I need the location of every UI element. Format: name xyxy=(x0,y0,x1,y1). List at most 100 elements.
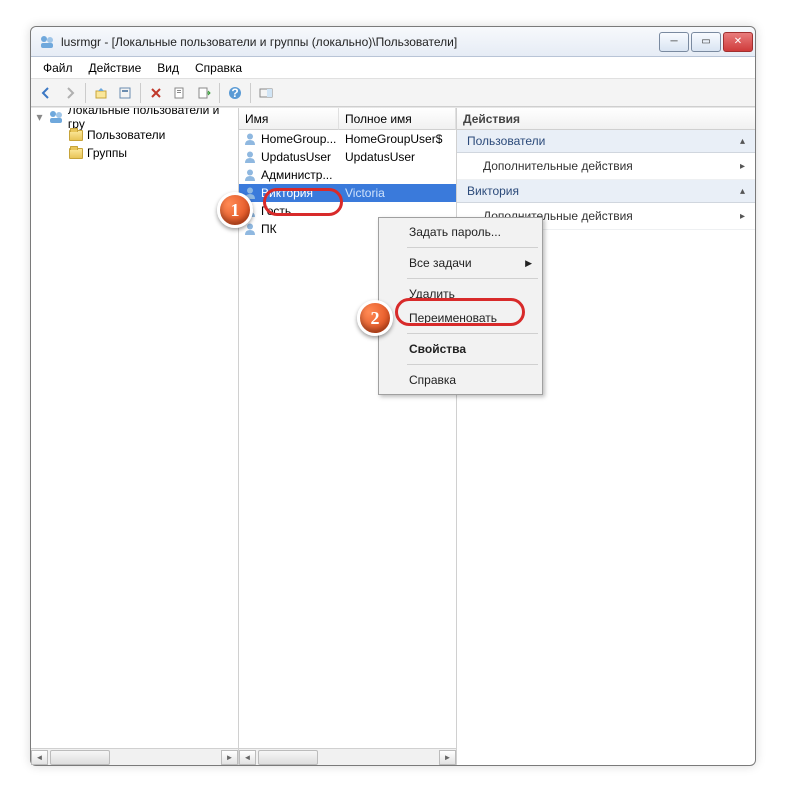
list-full-name: Victoria xyxy=(345,186,456,200)
scrollbar-horizontal[interactable]: ◄ ► xyxy=(31,748,238,765)
menu-help[interactable]: Справка xyxy=(187,59,250,77)
tree-pane: ▾ Локальные пользователи и гру Пользоват… xyxy=(31,108,239,765)
actions-more-users[interactable]: Дополнительные действия ▸ xyxy=(457,153,755,180)
folder-icon xyxy=(69,130,83,141)
list-row[interactable]: UpdatusUser UpdatusUser xyxy=(239,148,456,166)
actions-section-label: Пользователи xyxy=(467,134,545,148)
window-controls: ─ ▭ ✕ xyxy=(657,32,753,52)
annotation-badge-1: 1 xyxy=(217,192,253,228)
actions-section-user[interactable]: Виктория ▴ xyxy=(457,180,755,203)
list-full-name: UpdatusUser xyxy=(345,150,456,164)
app-window: lusrmgr - [Локальные пользователи и груп… xyxy=(30,26,756,766)
ctx-label: Удалить xyxy=(409,287,455,301)
window-title: lusrmgr - [Локальные пользователи и груп… xyxy=(61,35,657,49)
ctx-separator xyxy=(407,333,538,334)
list-pane: Имя Полное имя HomeGroup... HomeGroupUser… xyxy=(239,108,457,765)
actions-section-users[interactable]: Пользователи ▴ xyxy=(457,130,755,153)
help-button[interactable]: ? xyxy=(224,82,246,104)
toolbar: ? xyxy=(31,79,755,107)
list-row[interactable]: HomeGroup... HomeGroupUser$ xyxy=(239,130,456,148)
ctx-separator xyxy=(407,247,538,248)
up-button[interactable] xyxy=(90,82,112,104)
actions-sub-label: Дополнительные действия xyxy=(483,159,633,173)
ctx-set-password[interactable]: Задать пароль... xyxy=(381,220,540,244)
actions-pane: Действия Пользователи ▴ Дополнительные д… xyxy=(457,108,755,765)
app-icon xyxy=(39,34,55,50)
user-icon xyxy=(243,132,257,146)
svg-text:?: ? xyxy=(231,86,238,100)
list-name: HomeGroup... xyxy=(261,132,336,146)
toolbar-separator xyxy=(85,83,86,103)
delete-button[interactable] xyxy=(145,82,167,104)
submenu-arrow-icon: ▸ xyxy=(740,161,745,172)
actions-header: Действия xyxy=(457,108,755,130)
tree-item-label: Группы xyxy=(87,146,127,160)
menubar: Файл Действие Вид Справка xyxy=(31,57,755,79)
minimize-button[interactable]: ─ xyxy=(659,32,689,52)
list-name: Виктория xyxy=(261,186,313,200)
users-groups-icon xyxy=(48,109,64,125)
ctx-properties[interactable]: Свойства xyxy=(381,337,540,361)
list-full-name: HomeGroupUser$ xyxy=(345,132,456,146)
ctx-label: Все задачи xyxy=(409,256,472,270)
content-area: ▾ Локальные пользователи и гру Пользоват… xyxy=(31,107,755,765)
menu-action[interactable]: Действие xyxy=(81,59,150,77)
ctx-separator xyxy=(407,278,538,279)
submenu-arrow-icon: ▸ xyxy=(740,211,745,222)
list-header: Имя Полное имя xyxy=(239,108,456,130)
tree-body[interactable]: ▾ Локальные пользователи и гру Пользоват… xyxy=(31,108,238,748)
list-name: Администр... xyxy=(261,168,332,182)
back-button[interactable] xyxy=(35,82,57,104)
folder-icon xyxy=(69,148,83,159)
ctx-rename[interactable]: Переименовать xyxy=(381,306,540,330)
toolbar-separator xyxy=(250,83,251,103)
ctx-label: Задать пароль... xyxy=(409,225,501,239)
scroll-right-button[interactable]: ► xyxy=(439,750,456,765)
col-full-name[interactable]: Полное имя xyxy=(339,108,456,130)
list-name: UpdatusUser xyxy=(261,150,331,164)
ctx-all-tasks[interactable]: Все задачи ▶ xyxy=(381,251,540,275)
show-hide-button[interactable] xyxy=(255,82,277,104)
ctx-delete[interactable]: Удалить xyxy=(381,282,540,306)
scroll-left-button[interactable]: ◄ xyxy=(31,750,48,765)
user-icon xyxy=(243,150,257,164)
col-name[interactable]: Имя xyxy=(239,108,339,130)
refresh-button[interactable] xyxy=(169,82,191,104)
collapse-icon: ▴ xyxy=(740,136,745,147)
list-row[interactable]: Виктория Victoria xyxy=(239,184,456,202)
actions-section-label: Виктория xyxy=(467,184,519,198)
ctx-help[interactable]: Справка xyxy=(381,368,540,392)
scrollbar-horizontal[interactable]: ◄ ► xyxy=(239,748,456,765)
collapse-icon: ▴ xyxy=(740,186,745,197)
scroll-thumb[interactable] xyxy=(50,750,110,765)
submenu-arrow-icon: ▶ xyxy=(525,258,532,269)
close-button[interactable]: ✕ xyxy=(723,32,753,52)
menu-view[interactable]: Вид xyxy=(149,59,187,77)
context-menu: Задать пароль... Все задачи ▶ Удалить Пер… xyxy=(378,217,543,395)
list-name: ПК xyxy=(261,222,277,236)
actions-header-label: Действия xyxy=(463,112,520,126)
ctx-separator xyxy=(407,364,538,365)
expand-icon[interactable]: ▾ xyxy=(35,110,44,124)
scroll-thumb[interactable] xyxy=(258,750,318,765)
menu-file[interactable]: Файл xyxy=(35,59,81,77)
export-button[interactable] xyxy=(193,82,215,104)
list-name: Гость xyxy=(261,204,291,218)
ctx-label: Переименовать xyxy=(409,311,497,325)
ctx-label: Справка xyxy=(409,373,456,387)
toolbar-separator xyxy=(140,83,141,103)
tree-item-groups[interactable]: Группы xyxy=(31,144,238,162)
tree-root[interactable]: ▾ Локальные пользователи и гру xyxy=(31,108,238,126)
maximize-button[interactable]: ▭ xyxy=(691,32,721,52)
tree-item-label: Пользователи xyxy=(87,128,165,142)
scroll-left-button[interactable]: ◄ xyxy=(239,750,256,765)
properties-button[interactable] xyxy=(114,82,136,104)
user-icon xyxy=(243,168,257,182)
forward-button[interactable] xyxy=(59,82,81,104)
annotation-badge-2: 2 xyxy=(357,300,393,336)
ctx-label: Свойства xyxy=(409,342,466,356)
toolbar-separator xyxy=(219,83,220,103)
scroll-right-button[interactable]: ► xyxy=(221,750,238,765)
list-row[interactable]: Администр... xyxy=(239,166,456,184)
titlebar: lusrmgr - [Локальные пользователи и груп… xyxy=(31,27,755,57)
